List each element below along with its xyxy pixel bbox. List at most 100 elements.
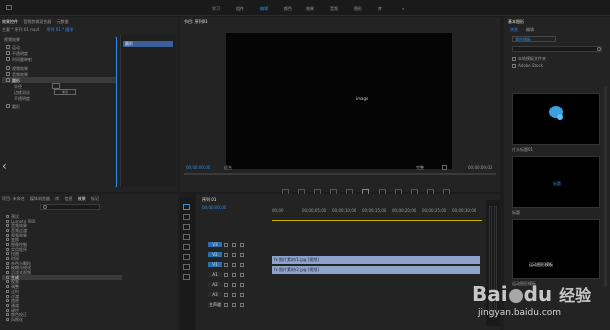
tab-info[interactable]: 信息 (64, 196, 72, 201)
work-area-bar[interactable] (272, 220, 482, 221)
folder-icon (6, 252, 9, 256)
ripple-edit-icon[interactable] (183, 224, 190, 230)
toggle-lock-icon[interactable] (224, 263, 228, 267)
panel-scrollbar[interactable] (604, 87, 607, 287)
nav-libraries[interactable]: 库 (378, 6, 382, 11)
razor-icon[interactable] (183, 234, 190, 240)
tab-effect-controls[interactable]: 效果控件 (2, 19, 18, 24)
type-icon[interactable] (183, 274, 190, 280)
effects-search[interactable] (40, 204, 100, 210)
tab-audio-mixer[interactable]: 音频剪辑混合器 (23, 19, 51, 24)
toggle-lock-icon[interactable] (224, 303, 228, 307)
nav-audio[interactable]: 音频 (330, 6, 338, 11)
clip-1[interactable]: fx 图片素材/1.jpg [视频] (272, 256, 480, 264)
toggle-lock-icon[interactable] (224, 243, 228, 247)
track-header[interactable]: A1 (208, 272, 268, 280)
home-icon[interactable] (6, 5, 12, 10)
folder-icon (6, 280, 9, 284)
timecode-left[interactable]: 00;00;00;00 (186, 165, 210, 170)
eye-icon[interactable] (240, 243, 244, 247)
template-thumb-2[interactable]: 标题 (512, 156, 600, 208)
ruler-tick-label: 00;00;20;00 (392, 208, 417, 213)
track-header[interactable]: V3 (208, 242, 268, 250)
track-header[interactable]: A2 (208, 282, 268, 290)
eye-icon[interactable] (240, 263, 244, 267)
eye-icon[interactable] (240, 253, 244, 257)
ruler-tick-label: 00;00;15;00 (362, 208, 387, 213)
template-thumb-1[interactable] (512, 93, 600, 145)
checkbox-stock[interactable]: Adobe Stock (512, 63, 543, 68)
tab-media-browser[interactable]: 媒体浏览器 (30, 196, 50, 201)
toggle-lock-icon[interactable] (224, 293, 228, 297)
nav-assembly[interactable]: 组件 (236, 6, 244, 11)
checkbox-local[interactable]: 本地模板文件夹 (512, 56, 546, 61)
search-icon (597, 47, 601, 51)
fit-dropdown[interactable]: 适合 (224, 165, 232, 170)
scrub-bar[interactable] (184, 173, 496, 175)
track-header[interactable]: A3 (208, 292, 268, 300)
toggle-lock-icon[interactable] (224, 253, 228, 257)
toggle-lock-icon[interactable] (224, 273, 228, 277)
timeline-title[interactable]: 序列 01 (202, 197, 216, 202)
clip-2[interactable]: fx 图片素材/2.jpg [视频] (272, 266, 480, 274)
top-nav-bar: 学习 组件 编辑 颜色 效果 音频 图形 库 » (0, 0, 610, 16)
folder-icon (6, 271, 9, 275)
hand-icon[interactable] (183, 264, 190, 270)
search-icon (43, 205, 47, 209)
tab-effects[interactable]: 效果 (78, 196, 86, 201)
wrench-icon[interactable] (442, 165, 447, 170)
toggle-sync-icon[interactable] (232, 243, 236, 247)
nav-effects[interactable]: 效果 (306, 6, 314, 11)
timeline-panel: 序列 01 00;00;00;00 00;00 00;00;05;00 00;00;… (196, 194, 500, 330)
search-input[interactable] (512, 46, 602, 52)
slip-icon[interactable] (183, 244, 190, 250)
chevron-left-icon[interactable]: ‹ (2, 160, 10, 172)
fx-item-bottom[interactable]: 圆形 (2, 103, 116, 109)
timeline-timecode[interactable]: 00;00;00;00 (202, 205, 226, 210)
nav-color[interactable]: 颜色 (284, 6, 292, 11)
track-header[interactable]: V1 (208, 262, 268, 270)
tab-browse[interactable]: 浏览 (510, 27, 518, 32)
track-select-icon[interactable] (183, 214, 190, 220)
template-dropdown[interactable]: 我的模板 (512, 36, 556, 42)
eye-icon[interactable] (240, 303, 244, 307)
quality-dropdown[interactable]: 完整 (416, 165, 424, 170)
nav-editing[interactable]: 编辑 (260, 6, 268, 11)
tab-metadata[interactable]: 元数据 (57, 19, 69, 24)
nav-learn[interactable]: 学习 (212, 6, 220, 11)
paw-icon (508, 288, 523, 303)
tab-project[interactable]: 项目: 未命名 (2, 196, 25, 201)
toggle-lock-icon[interactable] (224, 283, 228, 287)
ruler-tick-label: 00;00;05;00 (302, 208, 327, 213)
nav-graphics[interactable]: 图形 (354, 6, 362, 11)
fx-item-time-remap[interactable]: 时间重映射 (2, 56, 116, 62)
essential-graphics-title[interactable]: 基本图形 (508, 19, 524, 24)
selection-tool-icon[interactable] (183, 204, 190, 210)
folder-icon (6, 233, 9, 237)
eye-icon[interactable] (240, 273, 244, 277)
eye-icon[interactable] (240, 293, 244, 297)
clip-bar[interactable]: 圆形 (123, 41, 173, 47)
sequence-label[interactable]: 序列 01 * 圆形 (46, 27, 73, 32)
folder-icon (6, 303, 9, 307)
track-header[interactable]: 主声道 (208, 302, 268, 310)
track-header[interactable]: V2 (208, 252, 268, 260)
source-label[interactable]: 主要 * 序列 01 mp4 (2, 27, 39, 32)
pen-icon[interactable] (183, 254, 190, 260)
reset-mini-button[interactable]: 重置 (54, 89, 76, 95)
tab-edit[interactable]: 编辑 (526, 27, 534, 32)
toggle-sync-icon[interactable] (232, 293, 236, 297)
list-item[interactable]: 风格化 (2, 317, 122, 322)
toggle-sync-icon[interactable] (232, 273, 236, 277)
toggle-sync-icon[interactable] (232, 263, 236, 267)
more-icon[interactable]: » (402, 6, 404, 11)
toggle-sync-icon[interactable] (232, 303, 236, 307)
program-title[interactable]: 节目: 序列01 (184, 19, 208, 24)
tab-libraries[interactable]: 库 (55, 196, 59, 201)
fx-sub-opacity[interactable]: 不透明度 (2, 95, 116, 101)
toggle-sync-icon[interactable] (232, 283, 236, 287)
toggle-sync-icon[interactable] (232, 253, 236, 257)
tab-markers[interactable]: 标记 (91, 196, 99, 201)
eye-icon[interactable] (240, 283, 244, 287)
template-thumb-3[interactable]: 运动图形模板 (512, 219, 600, 279)
